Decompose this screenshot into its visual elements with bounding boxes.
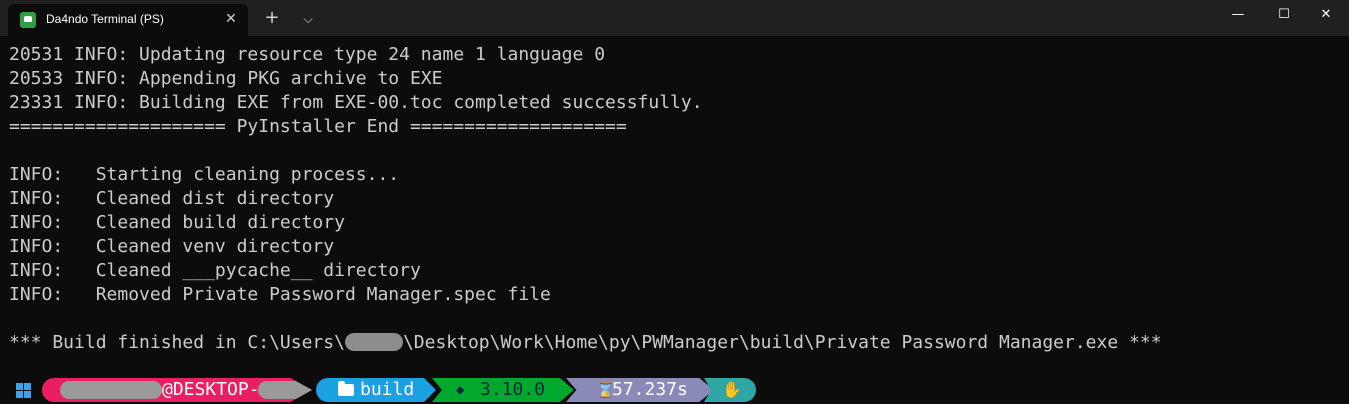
- output-line: INFO: Cleaned venv directory: [9, 236, 335, 257]
- redacted-username: [344, 333, 403, 351]
- output-line: ==================== PyInstaller End ===…: [9, 116, 627, 137]
- maximize-button[interactable]: ☐: [1261, 0, 1307, 32]
- output-line: INFO: Starting cleaning process...: [9, 164, 400, 185]
- build-line-prefix: *** Build finished in C:\Users\: [9, 332, 345, 353]
- build-finished-line: *** Build finished in C:\Users\ \Desktop\…: [9, 331, 1162, 355]
- build-line-suffix: \Desktop\Work\Home\py\PWManager\build\Pr…: [402, 332, 1162, 353]
- output-line: 23331 INFO: Building EXE from EXE-00.toc…: [9, 92, 703, 113]
- output-line: INFO: Cleaned build directory: [9, 212, 345, 233]
- terminal-app-icon: [20, 12, 36, 28]
- redacted-username: [60, 381, 162, 399]
- tab-title: Da4ndo Terminal (PS): [46, 12, 164, 26]
- close-window-button[interactable]: ✕: [1303, 0, 1349, 32]
- output-line: INFO: Cleaned ___pycache__ directory: [9, 260, 421, 281]
- prompt-python-version: 3.10.0: [480, 379, 546, 400]
- terminal-output[interactable]: 20531 INFO: Updating resource type 24 na…: [0, 36, 1349, 404]
- new-tab-button[interactable]: +: [262, 9, 282, 29]
- close-tab-icon[interactable]: ✕: [222, 10, 240, 28]
- prompt-python-segment: ◆ 3.10.0: [432, 378, 574, 402]
- redacted-hostname: [258, 381, 312, 399]
- prompt-user-host: @DESKTOP-: [162, 379, 260, 400]
- output-line: 20533 INFO: Appending PKG archive to EXE: [9, 68, 443, 89]
- output-line: 20531 INFO: Updating resource type 24 na…: [9, 44, 606, 65]
- hand-icon: ✋: [722, 380, 742, 399]
- prompt-directory: build: [360, 379, 415, 400]
- tab-dropdown-button[interactable]: ⌵: [298, 9, 318, 29]
- prompt-duration-segment: ⌛ 57.237s: [566, 378, 714, 402]
- prompt-hand-segment: ✋: [704, 378, 756, 402]
- windows-icon: [16, 383, 32, 399]
- folder-icon: [338, 381, 354, 396]
- minimize-button[interactable]: —: [1215, 0, 1261, 32]
- output-line: INFO: Removed Private Password Manager.s…: [9, 284, 551, 305]
- prompt-user-segment: @DESKTOP-: [42, 378, 312, 402]
- python-icon: ◆: [456, 382, 465, 398]
- shell-prompt: @DESKTOP- build ◆ 3.10.0 ⌛ 57.237s ✋: [0, 378, 1349, 404]
- output-line: INFO: Cleaned dist directory: [9, 188, 335, 209]
- prompt-duration: 57.237s: [612, 379, 688, 400]
- prompt-directory-segment: build: [316, 378, 436, 402]
- terminal-tab[interactable]: Da4ndo Terminal (PS) ✕: [8, 4, 248, 36]
- title-bar: Da4ndo Terminal (PS) ✕ + ⌵ — ☐ ✕: [0, 0, 1349, 36]
